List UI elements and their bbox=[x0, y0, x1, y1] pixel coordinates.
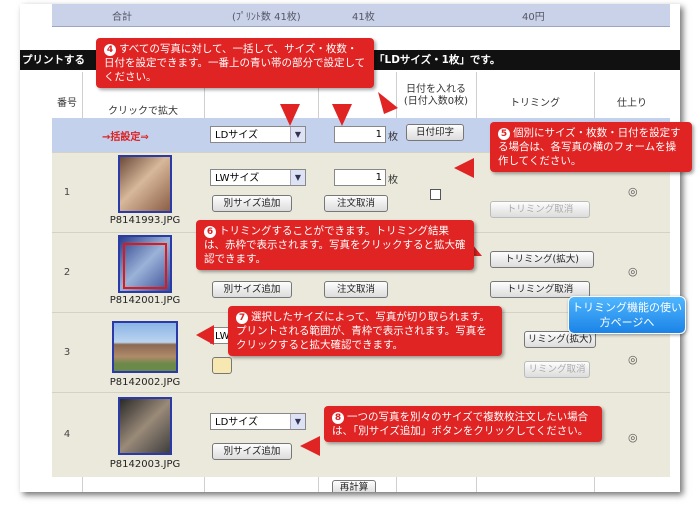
callout-text: トリミングすることができます。トリミング結果は、赤枠で表示されます。写真をクリッ… bbox=[204, 225, 466, 265]
arrow-left-icon bbox=[454, 158, 474, 178]
arrow-left-icon bbox=[300, 436, 320, 456]
callout-text: 個別にサイズ・枚数・日付を設定する場合は、各写真の横のフォームを操作してください… bbox=[498, 127, 681, 167]
callout-number: 8 bbox=[332, 412, 344, 424]
callout-text: すべての写真に対して、一括して、サイズ・枚数・日付を設定できます。一番上の青い帯… bbox=[104, 43, 366, 83]
arrow-down-icon bbox=[332, 104, 352, 126]
callout-number: 4 bbox=[104, 44, 116, 56]
callout-text: 選択したサイズによって、写真が切り取られます。プリントされる範囲が、青枠で表示さ… bbox=[236, 311, 490, 351]
arrow-left-icon bbox=[196, 325, 214, 345]
arrow-down-icon bbox=[280, 104, 300, 126]
arrow-icon bbox=[378, 92, 398, 114]
callout-number: 5 bbox=[498, 128, 510, 140]
callout-8: 8 一つの写真を別々のサイズで複数枚注文したい場合は、「別サイズ追加」ボタンをクリ… bbox=[324, 406, 602, 442]
callout-6: 6 トリミングすることができます。トリミング結果は、赤枠で表示されます。写真をクリ… bbox=[196, 220, 474, 270]
callout-5: 5 個別にサイズ・枚数・日付を設定する場合は、各写真の横のフォームを操作してくださ… bbox=[490, 122, 692, 172]
callout-7: 7 選択したサイズによって、写真が切り取られます。プリントされる範囲が、青枠で表示… bbox=[228, 306, 502, 356]
callout-number: 7 bbox=[236, 312, 248, 324]
callout-text: 一つの写真を別々のサイズで複数枚注文したい場合は、「別サイズ追加」ボタンをクリッ… bbox=[332, 411, 589, 437]
trimming-help-link[interactable]: トリミング機能の使い方ページへ bbox=[568, 296, 686, 334]
callout-4: 4 すべての写真に対して、一括して、サイズ・枚数・日付を設定できます。一番上の青い… bbox=[96, 38, 374, 88]
callout-number: 6 bbox=[204, 226, 216, 238]
